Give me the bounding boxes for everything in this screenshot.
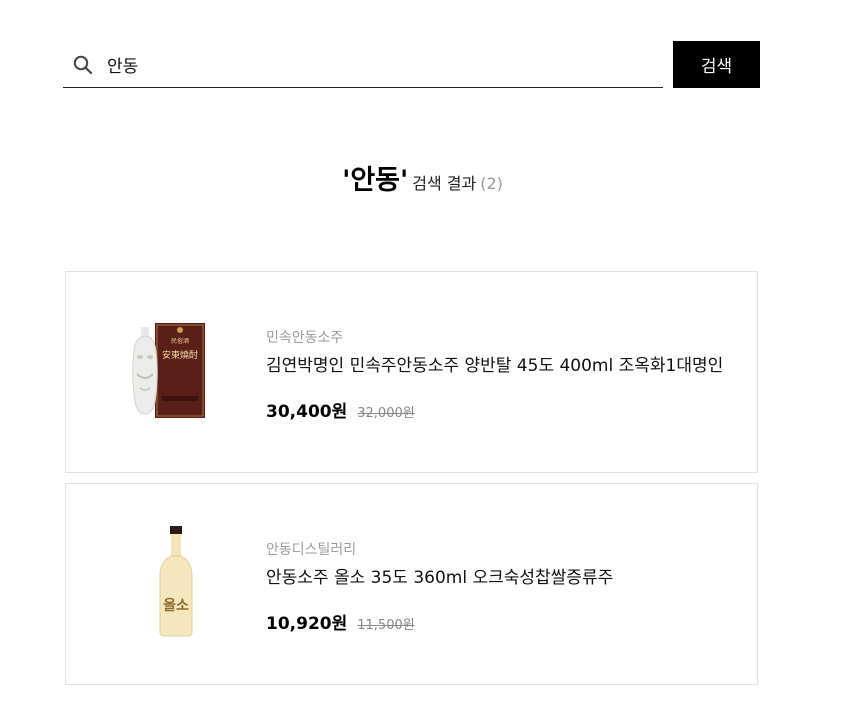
bottle-label: 올소 xyxy=(163,597,189,614)
results-count: (2) xyxy=(480,174,503,193)
sale-price: 30,400원 xyxy=(266,402,348,422)
product-name[interactable]: 안동소주 올소 35도 360ml 오크숙성찹쌀증류주 xyxy=(266,563,613,588)
search-bar: 검색 xyxy=(63,41,760,88)
price-row: 30,400원 32,000원 xyxy=(266,397,415,422)
product-name[interactable]: 김연박명인 민속주안동소주 양반탈 45도 400ml 조옥화1대명인 xyxy=(266,351,723,376)
product-brand: 민속안동소주 xyxy=(266,330,344,346)
product-brand: 안동디스틸러리 xyxy=(266,542,357,558)
product-card[interactable]: 올소 안동디스틸러리 안동소주 올소 35도 360ml 오크숙성찹쌀증류주 1… xyxy=(65,483,758,685)
search-icon[interactable] xyxy=(73,55,93,75)
product-image[interactable]: 民俗酒 安東燒酎 xyxy=(126,312,226,432)
price-row: 10,920원 11,500원 xyxy=(266,609,415,634)
sale-price: 10,920원 xyxy=(266,614,348,634)
original-price: 11,500원 xyxy=(357,618,415,633)
box-label-main: 安東燒酎 xyxy=(162,349,198,361)
product-image[interactable]: 올소 xyxy=(126,524,226,644)
results-keyword: '안동' xyxy=(342,165,409,196)
search-input[interactable] xyxy=(107,51,647,77)
results-heading: '안동' 검색 결과 (2) xyxy=(0,158,845,197)
box-label-top: 民俗酒 xyxy=(171,337,189,345)
search-field xyxy=(63,41,663,88)
original-price: 32,000원 xyxy=(357,406,415,421)
results-suffix: 검색 결과 xyxy=(412,174,477,193)
product-card[interactable]: 民俗酒 安東燒酎 민속안동소주 김연박명인 민속주안동소주 양반탈 45도 40… xyxy=(65,271,758,473)
search-button[interactable]: 검색 xyxy=(673,41,760,88)
